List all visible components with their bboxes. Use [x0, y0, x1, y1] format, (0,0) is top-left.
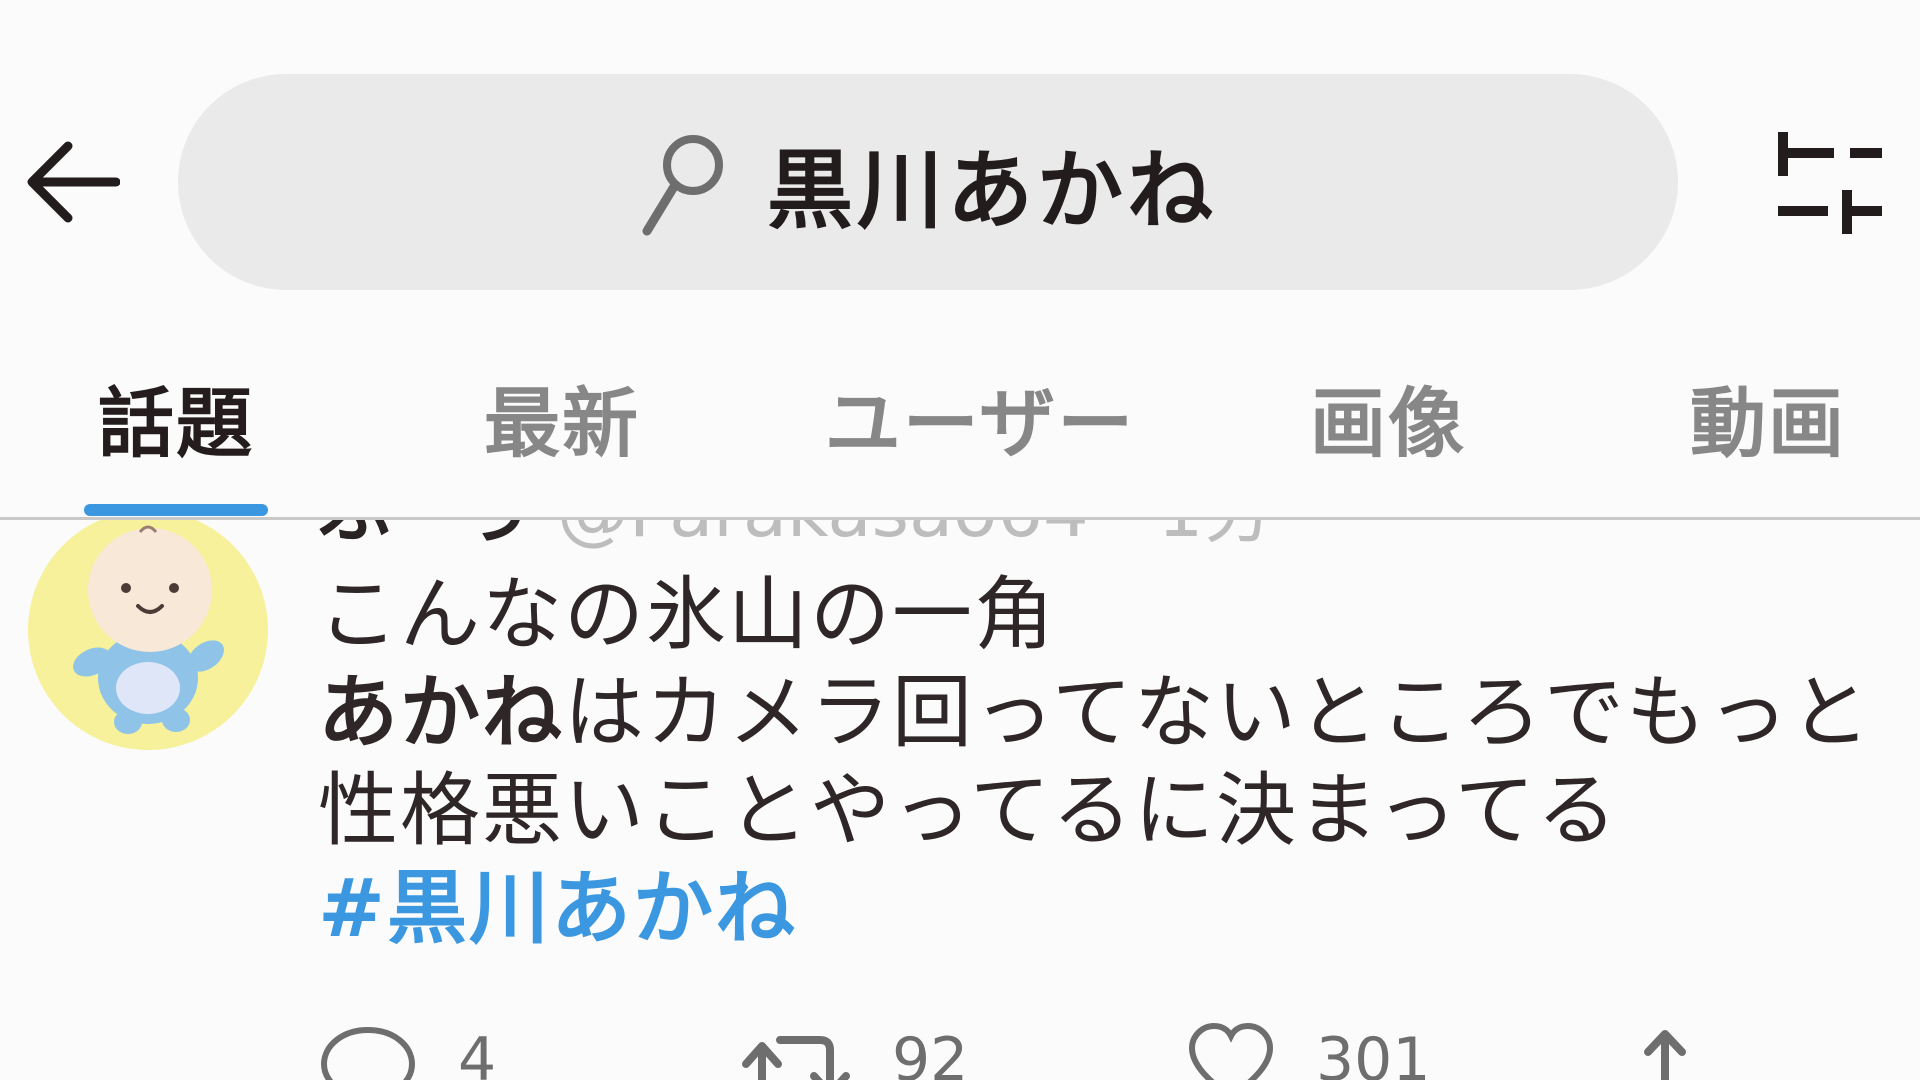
search-results-screen: 黒川あかね 話題 最新 ユーザー 画像 動画 こんなの氷山の一角 あかねはカメラ… [0, 0, 1920, 1080]
search-icon [642, 135, 723, 236]
tab-videos[interactable]: 動画 [1656, 360, 1880, 512]
tweet[interactable]: ふ う @Parakasao64 · 1分 こんなの氷山の一角 あかねはカメラ回… [0, 520, 1920, 1080]
baby-character-icon [73, 525, 225, 734]
author-handle: @Parakasao64 · 1分 [557, 520, 1275, 553]
retweet-icon [742, 1036, 850, 1080]
tab-label: 画像 [1310, 379, 1466, 468]
tweet-line-text: はカメラ回ってないところでもっと [564, 666, 1872, 759]
highlighted-text: あかね [318, 666, 564, 759]
search-query: 黒川あかね [767, 140, 1217, 241]
tweet-line: あかねはカメラ回ってないところでもっと [318, 664, 1878, 762]
author-name[interactable]: ふ う [318, 520, 534, 553]
hashtag-link[interactable]: #黒川あかね [318, 860, 1878, 958]
search-tabs: 話題 最新 ユーザー 画像 動画 [0, 360, 1920, 518]
tweet-author-row: ふ う @Parakasao64 · 1分 [318, 520, 1275, 557]
tab-label: 話題 [98, 379, 254, 468]
reply-bubble-icon [320, 1026, 416, 1080]
back-button[interactable] [24, 138, 121, 226]
tweet-actions: 4 92 301 [0, 1020, 1920, 1080]
search-input[interactable]: 黒川あかね [178, 74, 1678, 290]
heart-icon [1188, 1022, 1274, 1080]
tab-users[interactable]: ユーザー [800, 360, 1160, 512]
tab-label: 最新 [484, 379, 640, 468]
filter-sliders-icon [1778, 132, 1882, 234]
tweet-line-text: 性格悪いことやってるに決まってる [318, 764, 1619, 857]
tab-label: ユーザー [824, 379, 1136, 468]
share-icon [1644, 1030, 1686, 1080]
active-tab-indicator [84, 504, 268, 516]
tweet-line-text: こんなの氷山の一角 [318, 568, 1056, 661]
tab-label: 動画 [1690, 379, 1846, 468]
like-button[interactable]: 301 [1186, 1020, 1431, 1080]
filter-button[interactable] [1776, 130, 1886, 236]
avatar[interactable] [28, 520, 268, 750]
tab-images[interactable]: 画像 [1276, 360, 1500, 512]
tweet-body: こんなの氷山の一角 あかねはカメラ回ってないところでもっと 性格悪いことやってる… [318, 566, 1878, 958]
share-button[interactable] [1640, 1020, 1690, 1080]
tweet-line: 性格悪いことやってるに決まってる [318, 762, 1878, 860]
tweet-line: こんなの氷山の一角 [318, 566, 1878, 664]
tab-trending[interactable]: 話題 [84, 360, 268, 512]
like-count: 301 [1316, 1025, 1431, 1080]
reply-button[interactable]: 4 [318, 1020, 496, 1080]
retweet-button[interactable]: 92 [740, 1020, 968, 1080]
arrow-left-icon [27, 141, 121, 223]
tab-latest[interactable]: 最新 [450, 360, 674, 512]
retweet-count: 92 [892, 1025, 969, 1080]
reply-count: 4 [458, 1025, 497, 1080]
